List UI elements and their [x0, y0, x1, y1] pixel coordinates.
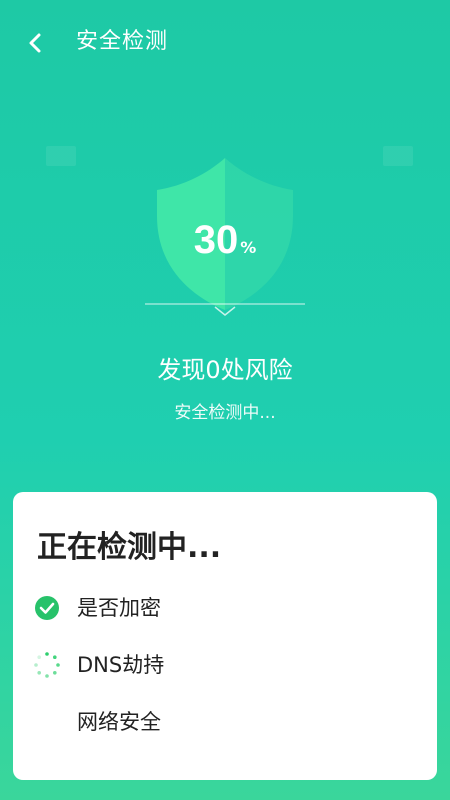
risk-summary: 发现0处风险 [157, 356, 293, 384]
progress-percent: 30% [145, 218, 305, 263]
chevron-left-icon[interactable] [18, 26, 54, 62]
check-item-label: DNS劫持 [77, 653, 165, 677]
app-header: 安全检测 [0, 0, 450, 84]
scan-status: 安全检测中... [174, 403, 276, 423]
shield-progress: 30% [145, 158, 305, 318]
page-title: 安全检测 [76, 29, 169, 54]
check-item-dns: DNS劫持 [33, 649, 413, 679]
decorative-mark-left [46, 146, 76, 166]
check-item-network: 网络安全 [33, 706, 413, 736]
check-item-label: 网络安全 [77, 710, 161, 734]
progress-unit: % [240, 238, 257, 257]
loading-spinner-icon [34, 652, 60, 678]
decorative-mark-right [383, 146, 413, 166]
back-button[interactable] [18, 26, 54, 62]
card-title: 正在检测中... [37, 530, 222, 565]
check-item-encryption: 是否加密 [33, 592, 413, 622]
check-circle-icon [35, 596, 59, 620]
scan-progress-card: 正在检测中... 是否加密 DNS劫持 网络安全 [13, 492, 437, 780]
check-item-label: 是否加密 [77, 596, 161, 620]
progress-value: 30 [193, 218, 239, 262]
